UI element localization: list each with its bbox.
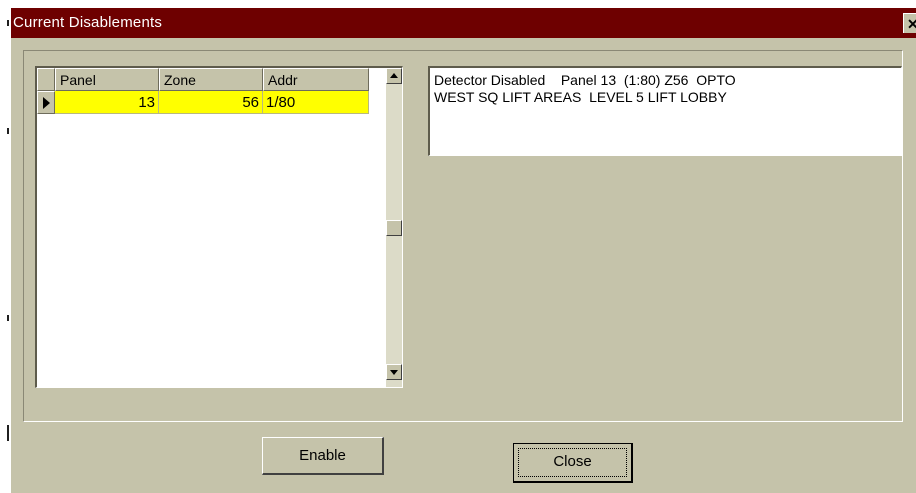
- current-row-arrow-icon: [43, 97, 50, 109]
- edge-mark: [7, 20, 9, 26]
- column-header-zone[interactable]: Zone: [159, 68, 263, 91]
- details-line-1: Detector Disabled Panel 13 (1:80) Z56 OP…: [434, 72, 736, 88]
- disablements-grid[interactable]: Panel Zone Addr 13 56 1/80: [35, 66, 403, 388]
- header-corner: [37, 68, 55, 91]
- cell-zone[interactable]: 56: [159, 91, 263, 114]
- title-bar[interactable]: Current Disablements ✕: [11, 8, 916, 38]
- enable-button[interactable]: Enable: [262, 437, 384, 475]
- scroll-down-button[interactable]: [386, 364, 402, 380]
- cell-panel[interactable]: 13: [55, 91, 159, 114]
- disablement-details: Detector Disabled Panel 13 (1:80) Z56 OP…: [428, 66, 902, 156]
- enable-button-label: Enable: [299, 447, 346, 464]
- vertical-scrollbar[interactable]: [386, 68, 402, 387]
- edge-mark: [7, 315, 9, 321]
- close-button[interactable]: Close: [513, 443, 633, 483]
- arrow-down-icon: [390, 370, 398, 375]
- edge-mark: [7, 425, 9, 441]
- scroll-thumb[interactable]: [386, 220, 402, 236]
- column-header-panel[interactable]: Panel: [55, 68, 159, 91]
- row-indicator: [37, 91, 55, 114]
- desktop-edge: [0, 0, 10, 493]
- column-header-addr[interactable]: Addr: [263, 68, 369, 91]
- scroll-up-button[interactable]: [386, 68, 402, 84]
- table-row[interactable]: 13 56 1/80: [37, 91, 369, 114]
- edge-mark: [7, 128, 9, 134]
- arrow-up-icon: [390, 73, 398, 78]
- close-icon[interactable]: ✕: [903, 13, 916, 33]
- cell-addr[interactable]: 1/80: [263, 91, 369, 114]
- grid-header: Panel Zone Addr: [37, 68, 369, 91]
- window-title: Current Disablements: [13, 14, 163, 31]
- details-line-2: WEST SQ LIFT AREAS LEVEL 5 LIFT LOBBY: [434, 89, 727, 105]
- close-button-label: Close: [553, 453, 592, 470]
